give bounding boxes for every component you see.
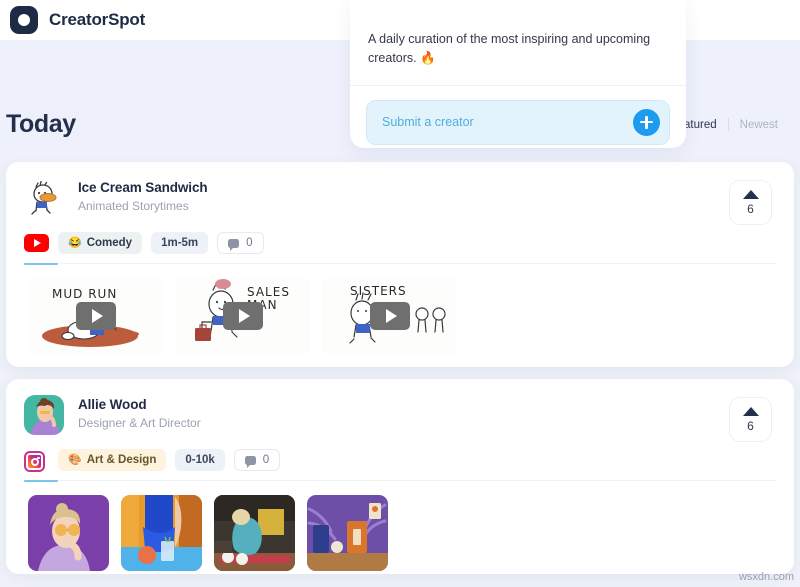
filter-divider	[727, 118, 729, 131]
triangle-up-icon	[742, 406, 759, 416]
media-thumbnails: MUD RUN SALES SISTERS	[6, 264, 794, 354]
video-thumbnail[interactable]: SALES MAN	[175, 278, 310, 354]
panel-divider	[350, 84, 686, 86]
creator-role: Animated Storytimes	[78, 199, 189, 213]
logo-icon[interactable]	[10, 6, 38, 34]
creator-identity: Ice Cream Sandwich Animated Storytimes	[78, 178, 208, 213]
creator-card[interactable]: Ice Cream Sandwich Animated Storytimes 😂…	[6, 162, 794, 367]
submit-creator-field[interactable]: Submit a creator	[366, 99, 670, 145]
creator-role: Designer & Art Director	[78, 416, 201, 430]
card-divider	[24, 263, 776, 265]
upvote-count: 6	[747, 201, 754, 216]
creator-header: Ice Cream Sandwich Animated Storytimes	[6, 162, 794, 218]
video-title: SISTERS	[350, 284, 407, 298]
photo-thumbnail[interactable]	[121, 495, 202, 571]
comment-bubble-icon	[228, 238, 240, 251]
comment-count-value: 0	[262, 454, 270, 466]
youtube-icon[interactable]	[24, 234, 49, 252]
submit-creator-panel: A daily curation of the most inspiring a…	[350, 0, 686, 148]
watermark: wsxdn.com	[738, 571, 794, 583]
category-emoji-icon: 🎨	[68, 453, 82, 466]
creator-tags: 😂 Comedy 1m-5m 0	[6, 218, 794, 254]
filter-tabs: Featured Newest	[671, 118, 778, 131]
brand-name: CreatorSpot	[49, 10, 146, 29]
photo-thumbnail[interactable]	[214, 495, 295, 571]
duration-tag[interactable]: 1m-5m	[151, 232, 209, 254]
tab-newest[interactable]: Newest	[740, 119, 778, 131]
video-thumbnail[interactable]: SISTERS	[322, 278, 457, 354]
creator-name: Allie Wood	[78, 397, 147, 412]
play-icon[interactable]	[75, 302, 116, 330]
audience-tag[interactable]: 0-10k	[175, 449, 225, 471]
creator-card[interactable]: Allie Wood Designer & Art Director 🎨 Art…	[6, 379, 794, 574]
comment-count-value: 0	[246, 237, 253, 249]
avatar	[24, 178, 64, 218]
photo-thumbnail[interactable]	[307, 495, 388, 571]
category-label: Comedy	[86, 237, 133, 249]
card-divider	[24, 480, 776, 482]
category-label: Art & Design	[86, 454, 157, 466]
video-title: MUD RUN	[52, 287, 118, 301]
page-root: CreatorSpot Today A daily curation of th…	[0, 0, 800, 587]
page-title: Today	[6, 110, 76, 138]
video-thumbnail[interactable]: MUD RUN	[28, 278, 163, 354]
comment-bubble-icon	[244, 455, 256, 468]
creator-tags: 🎨 Art & Design 0-10k 0	[6, 435, 794, 472]
avatar	[24, 395, 64, 435]
comment-count[interactable]: 0	[217, 232, 264, 254]
comment-count[interactable]: 0	[233, 449, 281, 471]
creator-identity: Allie Wood Designer & Art Director	[78, 395, 201, 430]
creator-name: Ice Cream Sandwich	[78, 180, 208, 195]
logo-inner-circle	[18, 14, 30, 26]
media-thumbnails	[6, 481, 794, 571]
panel-blurb: A daily curation of the most inspiring a…	[368, 32, 651, 66]
upvote-button[interactable]: 6	[729, 397, 772, 442]
category-emoji-icon: 😂	[68, 236, 82, 249]
category-tag[interactable]: 😂 Comedy	[58, 232, 143, 254]
upvote-count: 6	[747, 418, 754, 433]
photo-thumbnail[interactable]	[28, 495, 109, 571]
creator-header: Allie Wood Designer & Art Director	[6, 379, 794, 435]
play-icon[interactable]	[369, 302, 410, 330]
play-icon[interactable]	[222, 302, 263, 330]
upvote-button[interactable]: 6	[729, 180, 772, 225]
submit-creator-placeholder: Submit a creator	[382, 115, 474, 130]
plus-icon[interactable]	[633, 108, 660, 136]
instagram-icon[interactable]	[24, 451, 49, 472]
triangle-up-icon	[742, 189, 759, 199]
category-tag[interactable]: 🎨 Art & Design	[58, 449, 167, 471]
